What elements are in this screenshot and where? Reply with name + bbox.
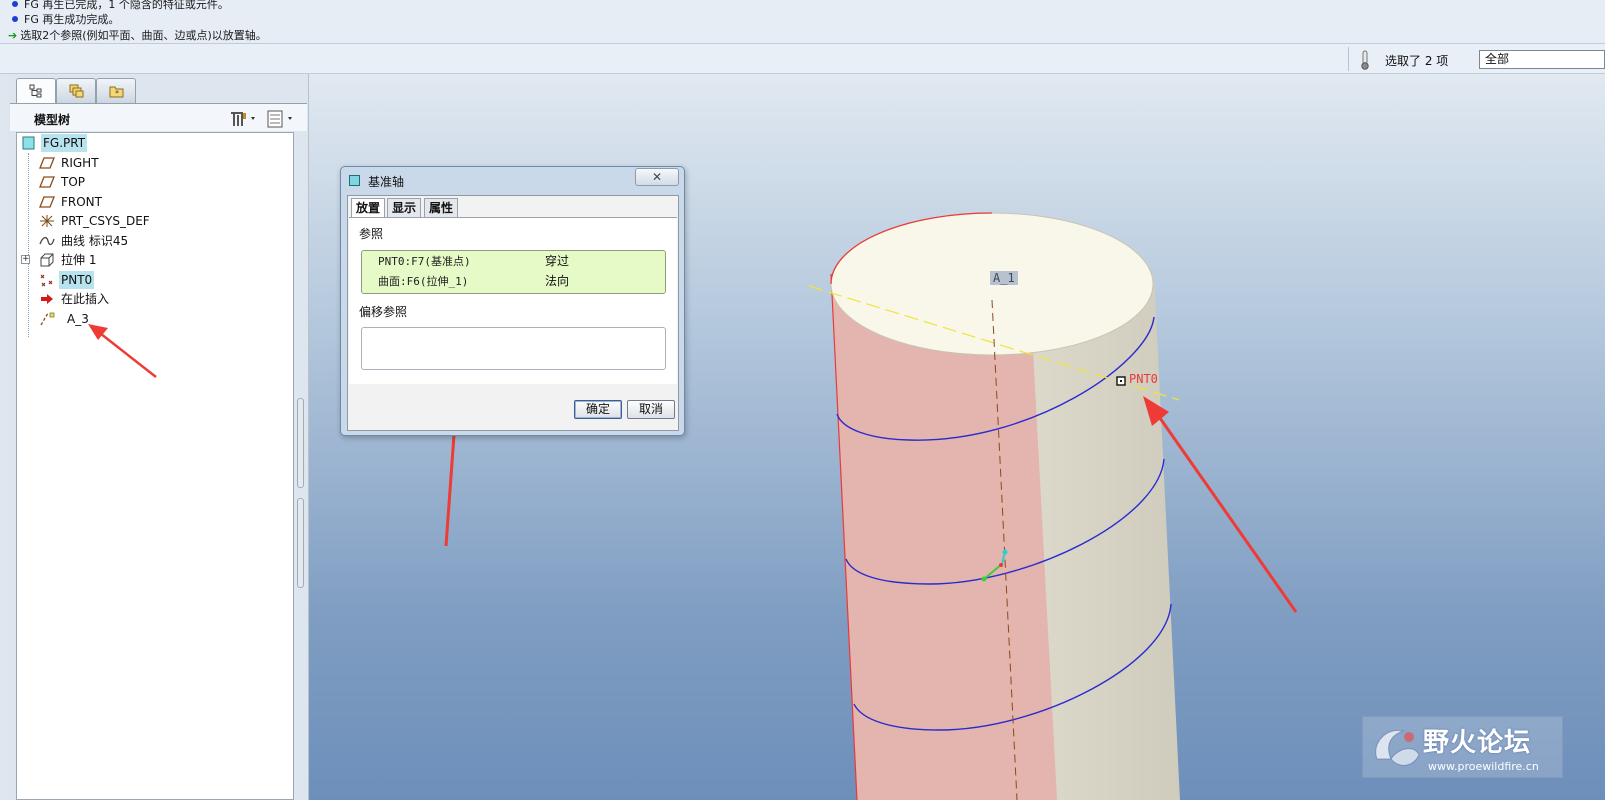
tab-folder-browser[interactable] (56, 78, 96, 103)
watermark-logo: 野火论坛 www.proewildfire.cn (1362, 716, 1563, 778)
message-line: ➔ 选取2个参照(例如平面、曲面、边或点)以放置轴。 (8, 28, 267, 43)
reference-item[interactable]: PNT0:F7(基准点) (378, 252, 471, 271)
point-label-pnt0[interactable]: PNT0 (1129, 372, 1158, 386)
datum-plane-icon (39, 176, 55, 188)
dialog-titlebar[interactable]: 基准轴 ✕ (341, 167, 684, 193)
watermark-title: 野火论坛 (1423, 728, 1532, 758)
favorites-icon: * (109, 86, 124, 98)
model-tree[interactable]: FG.PRT RIGHT TOP FRONT PRT_CSYS_DEF 曲线 标… (16, 132, 294, 800)
extrude-icon (40, 253, 54, 267)
dialog-app-icon (349, 175, 360, 186)
folder-browser-icon (69, 84, 84, 98)
insert-here-icon (41, 294, 53, 304)
tree-settings-button[interactable] (227, 109, 261, 129)
csys-origin (999, 563, 1003, 567)
csys-triad-end (1002, 549, 1008, 555)
dialog-body: 放置 显示 属性 参照 PNT0:F7(基准点) 穿过 曲面:F6(拉伸_1) … (347, 195, 679, 431)
datum-axis-dialog: 基准轴 ✕ 放置 显示 属性 参照 PNT0:F7(基准点) 穿过 曲面:F6(… (340, 166, 685, 436)
close-button[interactable]: ✕ (635, 168, 679, 186)
reference-item[interactable]: 曲面:F6(拉伸_1) (378, 272, 468, 291)
dialog-title: 基准轴 (368, 175, 405, 189)
offset-references-label: 偏移参照 (359, 305, 408, 319)
status-strip: 选取了 2 项 全部 (0, 44, 1605, 74)
references-label: 参照 (359, 227, 384, 241)
svg-text:*: * (115, 89, 119, 98)
message-line: FG 再生成功完成。 (12, 12, 119, 27)
datum-point-icon (40, 274, 53, 287)
watermark-url: www.proewildfire.cn (1428, 760, 1539, 773)
model-tree-icon (29, 84, 42, 98)
tab-properties[interactable]: 属性 (424, 198, 459, 217)
cancel-button[interactable]: 取消 (627, 400, 675, 419)
tab-favorites[interactable]: * (96, 78, 136, 103)
references-collector[interactable]: PNT0:F7(基准点) 穿过 曲面:F6(拉伸_1) 法向 (361, 250, 666, 294)
datum-axis-icon (40, 312, 55, 326)
message-text: FG 再生成功完成。 (24, 13, 120, 26)
ok-button[interactable]: 确定 (574, 400, 622, 419)
constraint-type[interactable]: 法向 (545, 272, 569, 291)
part-icon (22, 136, 35, 150)
message-text: FG 再生已完成，1 个隐含的特征或元件。 (24, 0, 229, 11)
datum-plane-icon (39, 157, 55, 169)
axis-label-a1[interactable]: A_1 (990, 271, 1018, 285)
navigator-panel: * 模型树 FG.PRT RIGHT TOP FRONT PRT_CSYS_DE… (8, 74, 309, 800)
thermometer-icon (1361, 50, 1369, 70)
tab-model-tree[interactable] (16, 78, 56, 104)
divider (1348, 47, 1349, 71)
selection-count: 选取了 2 项 (1385, 54, 1449, 68)
datum-plane-icon (39, 196, 55, 208)
message-text: 选取2个参照(例如平面、曲面、边或点)以放置轴。 (20, 29, 267, 42)
curve-icon (39, 236, 55, 246)
message-area: FG 再生已完成，1 个隐含的特征或元件。 FG 再生成功完成。 ➔ 选取2个参照… (0, 0, 1605, 44)
constraint-type[interactable]: 穿过 (545, 252, 569, 271)
annotation-arrow (88, 324, 157, 378)
tree-show-button[interactable] (266, 109, 300, 129)
tab-placement[interactable]: 放置 (351, 198, 386, 218)
model-tree-title: 模型树 (34, 113, 71, 127)
panel-divider-grip[interactable] (297, 498, 304, 588)
model-tree-header: 模型树 (10, 103, 307, 131)
message-line: FG 再生已完成，1 个隐含的特征或元件。 (12, 0, 229, 12)
tab-display[interactable]: 显示 (387, 198, 422, 217)
expand-toggle-icon[interactable]: + (21, 255, 30, 264)
panel-divider-grip[interactable] (297, 398, 304, 488)
selection-filter-select[interactable]: 全部 (1479, 50, 1605, 69)
offset-references-collector[interactable] (361, 327, 666, 370)
csys-triad-end (981, 576, 987, 582)
info-bullet-icon (12, 16, 18, 22)
info-bullet-icon (12, 1, 18, 7)
forum-logo-icon (1375, 729, 1420, 766)
tree-connector (28, 153, 29, 337)
prompt-arrow-icon: ➔ (8, 29, 18, 42)
placement-panel: 参照 PNT0:F7(基准点) 穿过 曲面:F6(拉伸_1) 法向 偏移参照 (349, 217, 677, 384)
csys-icon (40, 215, 54, 227)
datum-point-dot (1120, 380, 1122, 382)
